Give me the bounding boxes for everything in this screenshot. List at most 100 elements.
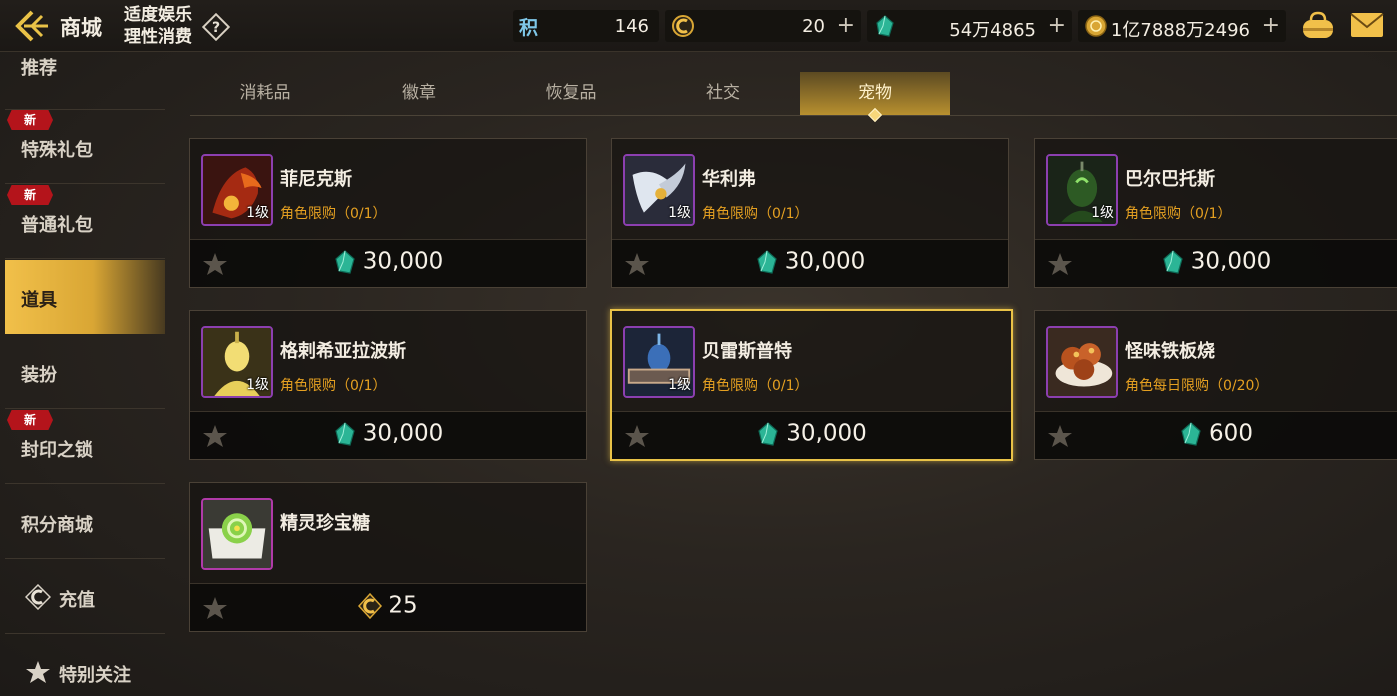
teppanyaki-food-image xyxy=(1046,326,1118,398)
sidebar: 推荐 新 特殊礼包 新 普通礼包 道具 装扮 新 封印之锁 积分商城 充值 特别… xyxy=(0,52,180,696)
new-badge: 新 xyxy=(7,110,53,130)
points-icon: 积 xyxy=(519,17,539,39)
purchase-limit: 角色限购（0/1） xyxy=(702,378,809,394)
item-price: 30,000 xyxy=(1035,248,1397,275)
sidebar-item-recharge[interactable]: 充值 xyxy=(5,560,165,634)
mail-icon xyxy=(1350,13,1384,37)
item-name: 怪味铁板烧 xyxy=(1125,341,1215,362)
ceras-counter: 20 + xyxy=(665,10,861,42)
sidebar-item-items[interactable]: 道具 xyxy=(5,260,165,334)
new-badge: 新 xyxy=(7,410,53,430)
category-tabs: 消耗品 徽章 恢复品 社交 宠物 xyxy=(190,72,1397,123)
item-name: 巴尔巴托斯 xyxy=(1125,169,1215,190)
item-card-teppanyaki[interactable]: 怪味铁板烧 角色每日限购（0/20） 600 xyxy=(1034,310,1397,460)
sidebar-item-watchlist[interactable]: 特别关注 xyxy=(5,635,165,696)
mail-button[interactable] xyxy=(1350,12,1384,38)
pet-level: 1级 xyxy=(246,377,269,393)
gem-icon xyxy=(758,421,778,446)
item-name: 华利弗 xyxy=(702,169,756,190)
price-value: 30,000 xyxy=(362,248,444,275)
purchase-limit: 角色限购（0/1） xyxy=(280,206,387,222)
item-name: 精灵珍宝糖 xyxy=(280,513,370,534)
price-row: 600 xyxy=(1035,411,1397,459)
tab-label: 宠物 xyxy=(858,83,892,103)
price-row: 30,000 xyxy=(190,411,586,459)
moderate-play-notice: 适度娱乐 理性消费 xyxy=(124,4,192,48)
price-row: 30,000 xyxy=(1035,239,1397,287)
add-ceras-button[interactable]: + xyxy=(837,13,855,38)
bag-icon xyxy=(1303,11,1333,38)
help-button[interactable]: ? xyxy=(201,12,231,42)
purchase-limit: 角色限购（0/1） xyxy=(280,378,387,394)
purchase-limit: 角色每日限购（0/20） xyxy=(1125,378,1269,394)
points-value: 146 xyxy=(614,16,649,37)
item-card-elf-candy[interactable]: 精灵珍宝糖 25 xyxy=(189,482,587,632)
tab-badges[interactable]: 徽章 xyxy=(344,72,494,115)
tab-social[interactable]: 社交 xyxy=(648,72,798,115)
item-card-berith[interactable]: 1级 贝雷斯普特 角色限购（0/1） 30,000 xyxy=(610,309,1013,461)
top-bar: 商城 适度娱乐 理性消费 ? 积 146 20 + 54万4865 + 1亿78… xyxy=(0,0,1397,52)
gold-counter: 1亿7888万2496 + xyxy=(1078,10,1286,42)
price-value: 30,000 xyxy=(1190,248,1272,275)
item-price: 30,000 xyxy=(190,420,586,447)
sidebar-item-label: 封印之锁 xyxy=(21,440,93,461)
sidebar-item-seal-lock[interactable]: 新 封印之锁 xyxy=(5,410,165,484)
sidebar-item-label: 特别关注 xyxy=(59,665,131,686)
ceras-value: 20 xyxy=(802,16,825,37)
price-row: 30,000 xyxy=(612,411,1011,459)
gem-icon xyxy=(335,421,355,446)
sidebar-item-costume[interactable]: 装扮 xyxy=(5,335,165,409)
points-counter: 积 146 xyxy=(513,10,659,42)
notice-line-1: 适度娱乐 xyxy=(124,5,192,25)
price-value: 30,000 xyxy=(786,420,867,447)
svg-text:?: ? xyxy=(212,20,220,36)
item-name: 格剌希亚拉波斯 xyxy=(280,341,406,362)
sidebar-item-normal-packs[interactable]: 新 普通礼包 xyxy=(5,185,165,259)
sidebar-item-label: 装扮 xyxy=(21,365,57,386)
sidebar-item-recommend[interactable]: 推荐 xyxy=(5,44,165,110)
add-gem-button[interactable]: + xyxy=(1048,13,1066,38)
valefor-pet-image: 1级 xyxy=(623,154,695,226)
pet-level: 1级 xyxy=(668,377,691,393)
item-card-barbatos[interactable]: 1级 巴尔巴托斯 角色限购（0/1） 30,000 xyxy=(1034,138,1397,288)
tab-consumables[interactable]: 消耗品 xyxy=(190,72,340,115)
item-card-valefor[interactable]: 1级 华利弗 角色限购（0/1） 30,000 xyxy=(611,138,1009,288)
sidebar-item-points-shop[interactable]: 积分商城 xyxy=(5,485,165,559)
gem-icon xyxy=(757,249,777,274)
berith-pet-image: 1级 xyxy=(623,326,695,398)
tab-recovery[interactable]: 恢复品 xyxy=(496,72,646,115)
gem-icon xyxy=(1181,421,1201,446)
gold-value: 1亿7888万2496 xyxy=(1110,20,1250,41)
sidebar-item-special-packs[interactable]: 新 特殊礼包 xyxy=(5,110,165,184)
sidebar-item-label: 推荐 xyxy=(21,58,57,79)
price-row: 30,000 xyxy=(190,239,586,287)
sidebar-item-label: 特殊礼包 xyxy=(21,140,93,161)
back-button[interactable] xyxy=(12,8,52,44)
item-price: 30,000 xyxy=(190,248,586,275)
active-tab-indicator xyxy=(867,107,883,123)
gold-coin-icon xyxy=(1085,15,1107,37)
item-price: 25 xyxy=(190,592,586,619)
purchase-limit: 角色限购（0/1） xyxy=(702,206,809,222)
price-row: 25 xyxy=(190,583,586,631)
gem-counter: 54万4865 + xyxy=(867,10,1072,42)
gem-value: 54万4865 xyxy=(949,20,1036,41)
tab-pets[interactable]: 宠物 xyxy=(800,72,950,123)
add-gold-button[interactable]: + xyxy=(1262,13,1280,38)
gem-icon xyxy=(335,249,355,274)
item-name: 菲尼克斯 xyxy=(280,169,352,190)
ceras-icon xyxy=(25,584,51,610)
purchase-history-button[interactable] xyxy=(1300,10,1336,42)
item-card-phoenix[interactable]: 1级 菲尼克斯 角色限购（0/1） 30,000 xyxy=(189,138,587,288)
star-icon xyxy=(26,661,50,683)
item-price: 30,000 xyxy=(612,420,1011,447)
sidebar-item-label: 道具 xyxy=(21,290,57,311)
back-arrow-icon xyxy=(15,10,48,42)
barbatos-pet-image: 1级 xyxy=(1046,154,1118,226)
gem-icon xyxy=(876,15,894,37)
item-card-glasya-labolas[interactable]: 1级 格剌希亚拉波斯 角色限购（0/1） 30,000 xyxy=(189,310,587,460)
elf-candy-image xyxy=(201,498,273,570)
ceras-icon xyxy=(672,15,694,37)
price-row: 30,000 xyxy=(612,239,1008,287)
sidebar-item-label: 普通礼包 xyxy=(21,215,93,236)
